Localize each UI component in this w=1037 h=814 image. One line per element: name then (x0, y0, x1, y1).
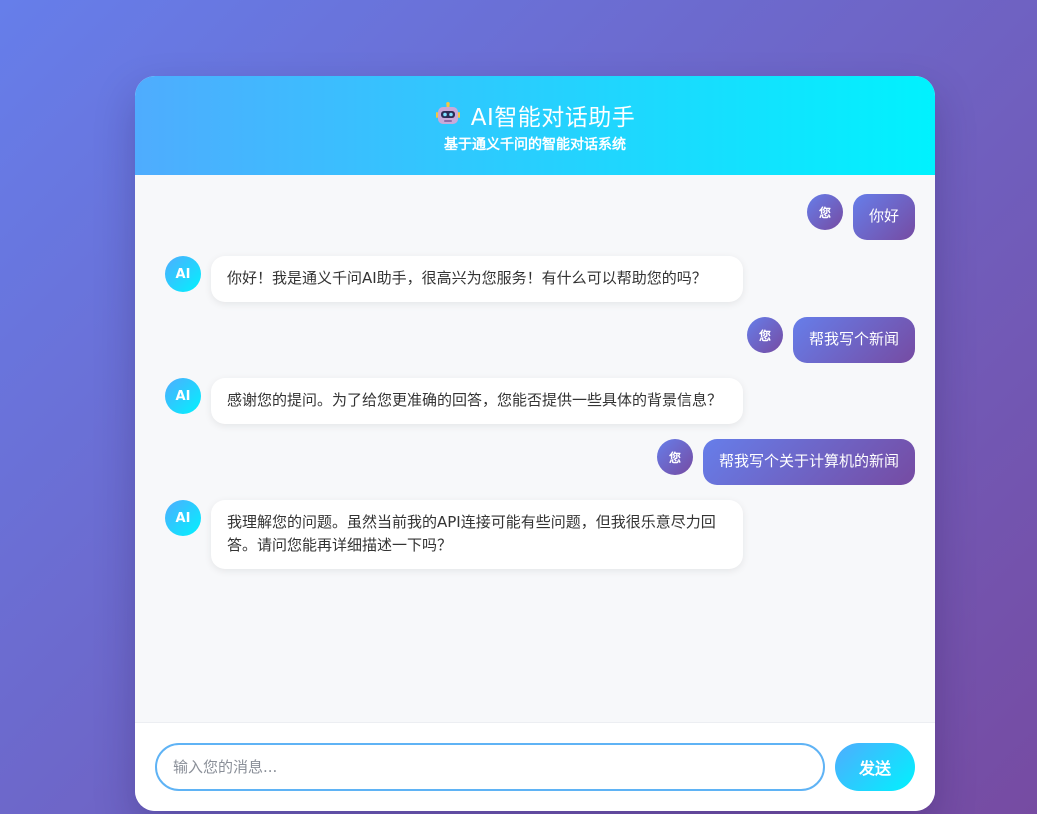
send-button[interactable]: 发送 (835, 743, 915, 791)
composer-bar: 发送 (135, 722, 935, 811)
user-avatar: 您 (806, 194, 843, 230)
ai-message-bubble: 你好！我是通义千问AI助手，很高兴为您服务！有什么可以帮助您的吗？ (211, 256, 743, 302)
message-ai: AI 感谢您的提问。为了给您更准确的回答，您能否提供一些具体的背景信息？ (165, 378, 915, 424)
chat-window: AI智能对话助手 基于通义千问的智能对话系统 您 你好 AI 你好！我是通义千问… (135, 76, 935, 811)
title-row: AI智能对话助手 (135, 100, 935, 131)
message-input[interactable] (155, 743, 825, 791)
message-ai: AI 我理解您的问题。虽然当前我的API连接可能有些问题，但我很乐意尽力回答。请… (165, 500, 915, 569)
message-list[interactable]: 您 你好 AI 你好！我是通义千问AI助手，很高兴为您服务！有什么可以帮助您的吗… (135, 175, 935, 722)
user-message-bubble: 你好 (852, 194, 915, 240)
robot-icon (435, 102, 461, 128)
message-ai: AI 你好！我是通义千问AI助手，很高兴为您服务！有什么可以帮助您的吗？ (165, 256, 915, 302)
ai-avatar: AI (165, 500, 201, 536)
ai-avatar: AI (165, 378, 201, 414)
app-title: AI智能对话助手 (470, 105, 636, 131)
user-message-bubble: 帮我写个关于计算机的新闻 (702, 439, 915, 485)
chat-header: AI智能对话助手 基于通义千问的智能对话系统 (135, 76, 935, 175)
user-avatar: 您 (746, 317, 783, 353)
ai-message-bubble: 感谢您的提问。为了给您更准确的回答，您能否提供一些具体的背景信息？ (211, 378, 743, 424)
message-user: 您 帮我写个新闻 (165, 317, 915, 363)
ai-avatar: AI (165, 256, 201, 292)
message-user: 您 帮我写个关于计算机的新闻 (165, 439, 915, 485)
ai-message-bubble: 我理解您的问题。虽然当前我的API连接可能有些问题，但我很乐意尽力回答。请问您能… (211, 500, 743, 569)
message-user: 您 你好 (165, 194, 915, 240)
app-subtitle: 基于通义千问的智能对话系统 (444, 137, 626, 153)
user-avatar: 您 (656, 439, 693, 475)
user-message-bubble: 帮我写个新闻 (792, 317, 915, 363)
